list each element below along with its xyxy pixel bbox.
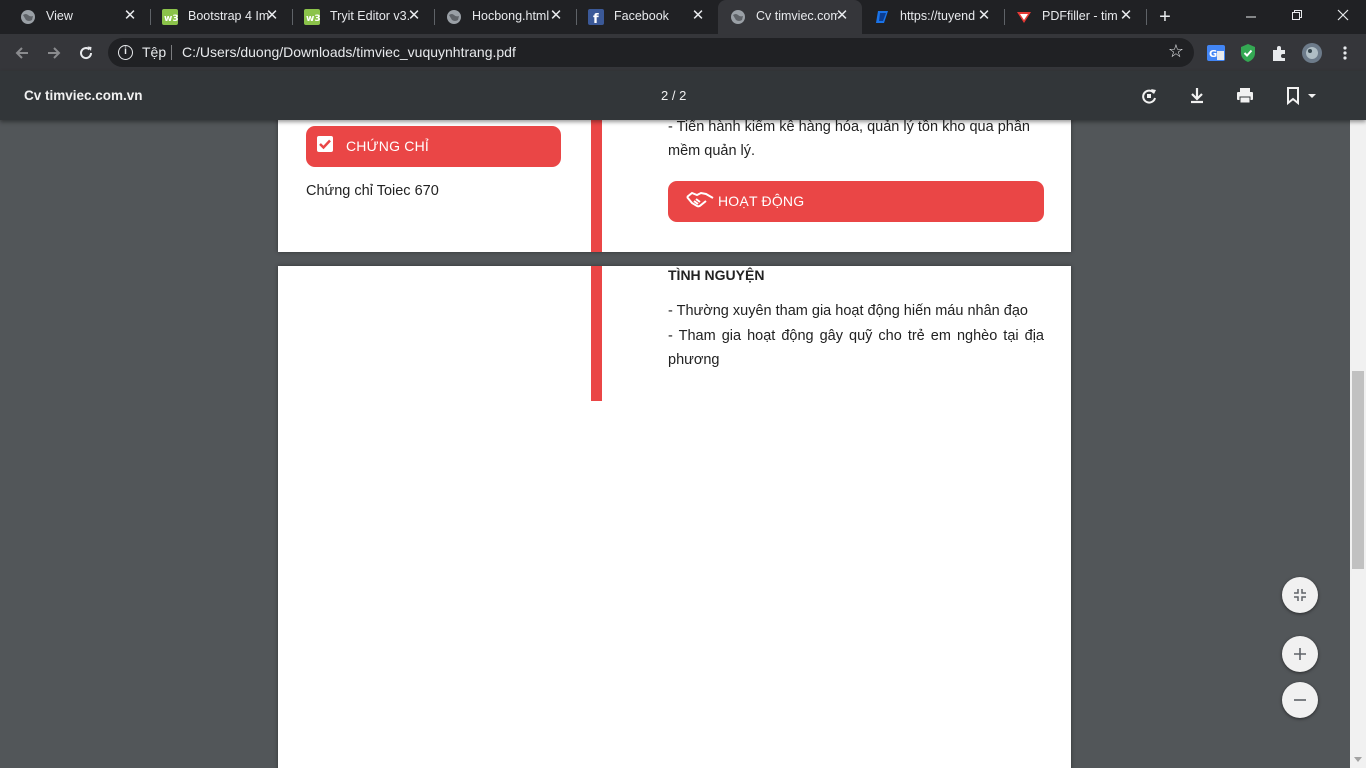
reload-button[interactable] bbox=[73, 40, 99, 66]
globe-icon bbox=[447, 10, 461, 24]
tab-title: View bbox=[46, 9, 73, 23]
zoom-in-button[interactable] bbox=[1282, 636, 1318, 672]
tab-view[interactable]: View ✕ bbox=[8, 0, 150, 34]
bookmark-menu-button[interactable] bbox=[1282, 83, 1322, 109]
close-icon bbox=[1337, 9, 1349, 21]
more-vert-icon bbox=[1343, 46, 1347, 60]
scroll-down-icon[interactable] bbox=[1354, 757, 1362, 762]
tab-facebook[interactable]: f Facebook ✕ bbox=[576, 0, 718, 34]
restore-icon bbox=[1292, 10, 1302, 20]
tab-title: Facebook bbox=[614, 9, 669, 23]
svg-text:w3: w3 bbox=[164, 14, 178, 24]
scroll-thumb[interactable] bbox=[1352, 371, 1364, 569]
close-window-button[interactable] bbox=[1320, 0, 1366, 34]
menu-button[interactable] bbox=[1332, 40, 1358, 66]
browser-toolbar: i Tệp C:/Users/duong/Downloads/timviec_v… bbox=[0, 34, 1366, 71]
tab-title: PDFfiller - tim bbox=[1042, 9, 1118, 23]
fit-page-icon bbox=[1294, 589, 1306, 601]
address-bar[interactable]: i Tệp C:/Users/duong/Downloads/timviec_v… bbox=[108, 38, 1194, 67]
rotate-button[interactable] bbox=[1136, 83, 1162, 109]
activity-heading-badge: HOẠT ĐỘNG bbox=[668, 181, 1044, 222]
svg-text:G: G bbox=[1209, 49, 1217, 60]
tab-cv-timviec[interactable]: Cv timviec.com ✕ bbox=[718, 0, 862, 34]
volunteer-line-3: phương bbox=[668, 352, 720, 368]
shield-icon[interactable] bbox=[1238, 43, 1258, 63]
facebook-icon: f bbox=[588, 9, 604, 25]
close-icon[interactable]: ✕ bbox=[122, 8, 138, 24]
volunteer-line-1: - Thường xuyên tham gia hoạt động hiến m… bbox=[668, 303, 1028, 319]
page-indicator: 2 / 2 bbox=[661, 88, 687, 103]
download-icon bbox=[1191, 88, 1203, 104]
pdf-title: Cv timviec.com.vn bbox=[24, 88, 143, 103]
vertical-scrollbar[interactable] bbox=[1350, 71, 1366, 768]
timviec-icon bbox=[876, 11, 888, 23]
info-icon[interactable]: i bbox=[118, 45, 133, 60]
tab-strip: View ✕ w3 Bootstrap 4 Im ✕ w3 Tryit Edit… bbox=[0, 0, 1366, 34]
address-url[interactable]: C:/Users/duong/Downloads/timviec_vuquynh… bbox=[182, 44, 516, 60]
tab-title: Tryit Editor v3. bbox=[330, 9, 411, 23]
checkbox-icon bbox=[317, 136, 333, 152]
forward-button[interactable] bbox=[41, 40, 67, 66]
minus-icon bbox=[1294, 699, 1306, 701]
tab-title: Bootstrap 4 Im bbox=[188, 9, 270, 23]
zoom-out-button[interactable] bbox=[1282, 682, 1318, 718]
pdf-page-2: TÌNH NGUYỆN - Thường xuyên tham gia hoạt… bbox=[278, 266, 1071, 768]
close-icon[interactable]: ✕ bbox=[1118, 8, 1134, 24]
handshake-icon bbox=[686, 191, 714, 208]
tab-title: Hocbong.html bbox=[472, 9, 550, 23]
bookmark-icon bbox=[1287, 87, 1316, 106]
w3schools-icon: w3 bbox=[162, 9, 178, 25]
tab-title: https://tuyend bbox=[900, 9, 976, 23]
globe-icon bbox=[21, 10, 35, 24]
pdffiller-icon bbox=[1017, 12, 1031, 23]
close-icon[interactable]: ✕ bbox=[690, 8, 706, 24]
close-icon[interactable]: ✕ bbox=[264, 8, 280, 24]
arrow-left-icon bbox=[15, 47, 28, 59]
address-divider bbox=[171, 45, 172, 60]
activity-heading: HOẠT ĐỘNG bbox=[718, 193, 805, 209]
cert-heading: CHỨNG CHỈ bbox=[346, 138, 429, 154]
tab-pdffiller[interactable]: PDFfiller - tim ✕ bbox=[1004, 0, 1146, 34]
w3schools-icon: w3 bbox=[304, 9, 320, 25]
pdf-toolbar: Cv timviec.com.vn 2 / 2 bbox=[0, 71, 1366, 120]
google-translate-icon[interactable]: G bbox=[1206, 43, 1226, 63]
plus-icon bbox=[1294, 648, 1306, 660]
avatar[interactable] bbox=[1302, 43, 1322, 63]
minimize-button[interactable] bbox=[1228, 0, 1274, 34]
volunteer-line-2: - Tham gia hoạt động gây quỹ cho trẻ em … bbox=[668, 328, 1044, 344]
tab-title: Cv timviec.com bbox=[756, 9, 838, 23]
close-icon[interactable]: ✕ bbox=[834, 8, 850, 24]
download-button[interactable] bbox=[1184, 83, 1210, 109]
print-icon bbox=[1237, 88, 1253, 104]
close-icon[interactable]: ✕ bbox=[406, 8, 422, 24]
star-icon[interactable]: ☆ bbox=[1168, 41, 1184, 62]
globe-icon bbox=[731, 10, 745, 24]
back-button[interactable] bbox=[9, 40, 35, 66]
puzzle-icon[interactable] bbox=[1270, 43, 1290, 63]
cert-heading-badge: CHỨNG CHỈ bbox=[306, 126, 561, 167]
fit-page-button[interactable] bbox=[1282, 577, 1318, 613]
tab-bootstrap[interactable]: w3 Bootstrap 4 Im ✕ bbox=[150, 0, 292, 34]
timeline-bar bbox=[591, 266, 602, 401]
tab-hocbong[interactable]: Hocbong.html ✕ bbox=[434, 0, 576, 34]
restore-button[interactable] bbox=[1274, 0, 1320, 34]
cert-item: Chứng chỉ Toiec 670 bbox=[306, 183, 439, 199]
minimize-icon bbox=[1246, 16, 1256, 18]
address-scheme: Tệp bbox=[142, 44, 167, 60]
rotate-icon bbox=[1142, 89, 1156, 104]
tab-tuyendung[interactable]: https://tuyend ✕ bbox=[862, 0, 1004, 34]
svg-text:f: f bbox=[593, 12, 599, 25]
svg-text:w3: w3 bbox=[306, 14, 320, 24]
volunteer-title: TÌNH NGUYỆN bbox=[668, 267, 765, 283]
arrow-right-icon bbox=[48, 47, 61, 59]
new-tab-button[interactable]: + bbox=[1155, 7, 1175, 27]
tab-tryit[interactable]: w3 Tryit Editor v3. ✕ bbox=[292, 0, 434, 34]
tab-separator bbox=[1146, 9, 1147, 25]
print-button[interactable] bbox=[1232, 83, 1258, 109]
reload-icon bbox=[80, 46, 93, 60]
pdf-viewer[interactable]: - Tiến hành kiểm kê hàng hóa, quản lý tồ… bbox=[0, 71, 1350, 768]
cut-text-continuation: mềm quản lý. bbox=[668, 143, 756, 159]
close-icon[interactable]: ✕ bbox=[976, 8, 992, 24]
close-icon[interactable]: ✕ bbox=[548, 8, 564, 24]
